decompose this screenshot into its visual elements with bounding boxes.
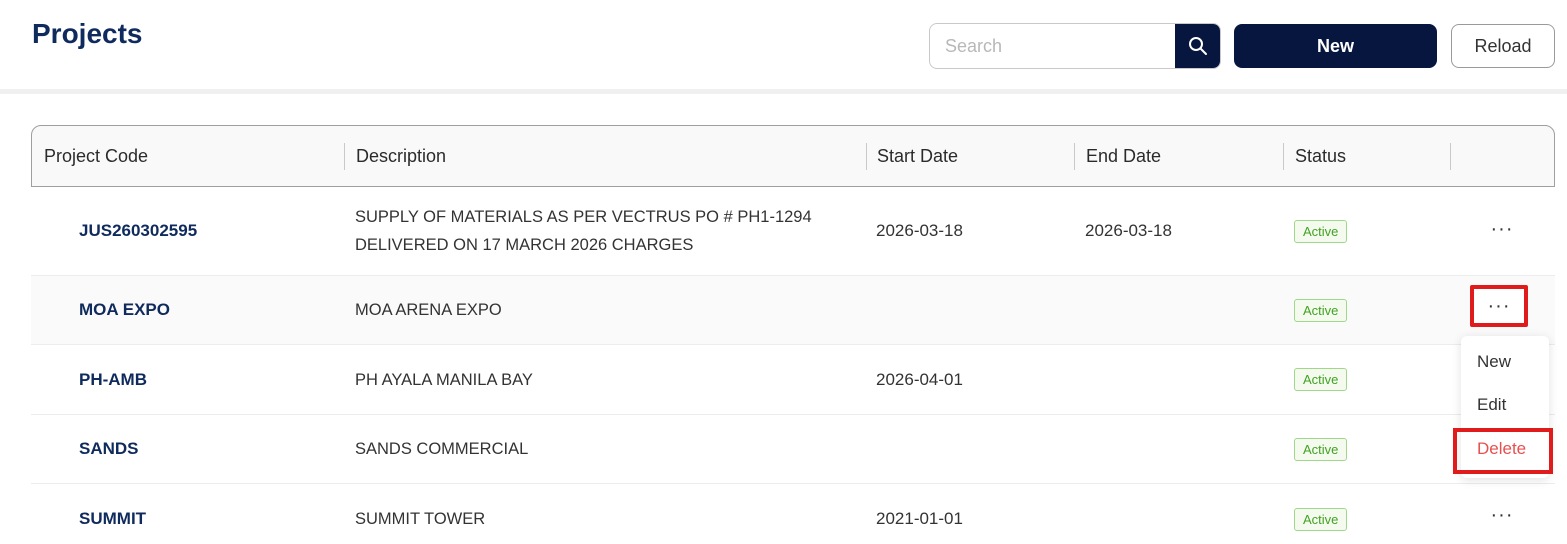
column-header-description[interactable]: Description — [356, 126, 446, 186]
table-row[interactable]: SUMMIT SUMMIT TOWER 2021-01-01 Active ··… — [31, 484, 1555, 544]
row-actions-button[interactable]: ··· — [1474, 212, 1530, 246]
page-title: Projects — [32, 18, 143, 49]
column-divider — [1074, 143, 1075, 170]
search-button[interactable] — [1175, 24, 1220, 68]
project-description: PH AYALA MANILA BAY — [355, 370, 533, 389]
column-divider — [1283, 143, 1284, 170]
header-divider — [0, 89, 1567, 94]
project-code[interactable]: SUMMIT — [79, 484, 146, 544]
project-description: SUPPLY OF MATERIALS AS PER VECTRUS PO # … — [355, 187, 812, 275]
end-date: 2026-03-18 — [1085, 221, 1172, 240]
more-dots-icon: ··· — [1490, 503, 1514, 526]
column-divider — [344, 143, 345, 170]
start-date: 2021-01-01 — [876, 509, 963, 528]
table-header: Project Code Description Start Date End … — [31, 125, 1555, 187]
status-badge: Active — [1294, 219, 1348, 243]
new-project-button[interactable]: New — [1234, 24, 1437, 68]
project-code[interactable]: SANDS — [79, 415, 139, 483]
reload-button[interactable]: Reload — [1451, 24, 1555, 68]
start-date: 2026-03-18 — [876, 221, 963, 240]
page-header: Projects New Reload — [0, 0, 1567, 90]
table-row[interactable]: MOA EXPO MOA ARENA EXPO Active ··· — [31, 276, 1555, 345]
status-cell: Active — [1294, 276, 1348, 344]
column-header-end-date[interactable]: End Date — [1086, 126, 1161, 186]
status-badge: Active — [1294, 507, 1348, 531]
row-actions-button[interactable]: ··· — [1474, 498, 1530, 532]
project-description: SANDS COMMERCIAL — [355, 440, 529, 458]
project-description: MOA ARENA EXPO — [355, 301, 502, 319]
column-header-project-code[interactable]: Project Code — [44, 126, 148, 186]
more-dots-icon: ··· — [1487, 294, 1511, 317]
table-row[interactable]: PH-AMB PH AYALA MANILA BAY 2026-04-01 Ac… — [31, 345, 1555, 415]
description-line: DELIVERED ON 17 MARCH 2026 CHARGES — [355, 236, 694, 254]
status-cell: Active — [1294, 345, 1348, 414]
column-header-start-date[interactable]: Start Date — [877, 126, 958, 186]
row-actions-button[interactable]: ··· — [1470, 285, 1528, 327]
delete-highlight-box — [1453, 428, 1553, 474]
description-line: SUPPLY OF MATERIALS AS PER VECTRUS PO # … — [355, 208, 812, 226]
status-cell: Active — [1294, 187, 1348, 275]
column-divider — [1450, 143, 1451, 170]
project-description: SUMMIT TOWER — [355, 510, 486, 528]
search-input[interactable] — [930, 24, 1176, 68]
status-cell: Active — [1294, 484, 1348, 544]
status-badge: Active — [1294, 368, 1348, 391]
project-code[interactable]: PH-AMB — [79, 345, 147, 414]
column-divider — [866, 143, 867, 170]
menu-item-new[interactable]: New — [1461, 343, 1549, 381]
table-row[interactable]: JUS260302595 SUPPLY OF MATERIALS AS PER … — [31, 187, 1555, 276]
status-cell: Active — [1294, 415, 1348, 483]
projects-table: Project Code Description Start Date End … — [31, 125, 1555, 544]
search-box — [929, 23, 1221, 69]
menu-item-edit[interactable]: Edit — [1461, 386, 1549, 424]
status-badge: Active — [1294, 437, 1348, 461]
project-code[interactable]: JUS260302595 — [79, 187, 197, 275]
search-icon — [1188, 37, 1207, 55]
column-header-status[interactable]: Status — [1295, 126, 1346, 186]
more-dots-icon: ··· — [1490, 217, 1514, 240]
project-code[interactable]: MOA EXPO — [79, 276, 170, 344]
table-row[interactable]: SANDS SANDS COMMERCIAL Active — [31, 415, 1555, 484]
status-badge: Active — [1294, 298, 1348, 322]
start-date: 2026-04-01 — [876, 369, 963, 389]
